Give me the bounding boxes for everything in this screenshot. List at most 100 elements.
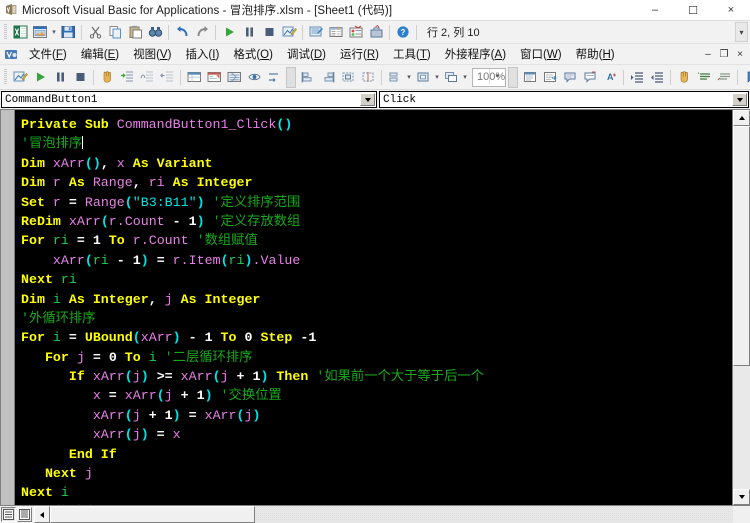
help-button[interactable]: ?	[393, 23, 413, 42]
procedure-combo[interactable]: Click	[379, 91, 749, 108]
scroll-up-button[interactable]	[733, 110, 750, 126]
break-button[interactable]	[239, 23, 259, 42]
menu-item-tools[interactable]: 工具(T)	[386, 44, 438, 64]
chevron-down-icon[interactable]: ▾	[405, 68, 413, 86]
menu-item-help[interactable]: 帮助(H)	[569, 44, 622, 64]
toolbar-grip[interactable]	[4, 24, 7, 40]
menu-item-run[interactable]: 运行(R)	[333, 44, 386, 64]
procedure-view-button[interactable]	[1, 507, 16, 522]
menu-item-view[interactable]: 视图(V)	[126, 44, 178, 64]
watch-window-button[interactable]	[224, 68, 244, 87]
copy-button[interactable]	[105, 23, 125, 42]
document-close-button[interactable]: ×	[732, 46, 748, 62]
step-out-button[interactable]	[157, 68, 177, 87]
project-explorer-button[interactable]	[306, 23, 326, 42]
toolbar-grip[interactable]	[508, 66, 519, 88]
quick-watch-button[interactable]	[244, 68, 264, 87]
vertical-scroll-track[interactable]	[733, 126, 750, 489]
list-properties-button[interactable]	[520, 68, 540, 87]
spacing-button[interactable]	[385, 68, 405, 87]
cut-button[interactable]	[85, 23, 105, 42]
menu-item-addins[interactable]: 外接程序(A)	[438, 44, 513, 64]
run-sub-button[interactable]	[30, 68, 50, 87]
insert-userform-button[interactable]	[30, 23, 50, 42]
chevron-down-icon[interactable]: ▾	[50, 23, 58, 41]
code-token: 1	[164, 407, 173, 423]
chevron-down-icon[interactable]: ▾	[433, 68, 441, 86]
outdent-button[interactable]	[647, 68, 667, 87]
menu-item-debug[interactable]: 调试(D)	[280, 44, 333, 64]
redo-button[interactable]	[192, 23, 212, 42]
object-browser-button[interactable]	[346, 23, 366, 42]
properties-button[interactable]	[326, 23, 346, 42]
chevron-down-icon[interactable]	[732, 93, 747, 106]
maximize-button[interactable]: ☐	[674, 0, 712, 20]
vertical-scroll-thumb[interactable]	[733, 126, 750, 366]
parameter-info-button[interactable]	[580, 68, 600, 87]
toggle-breakpoint2-button[interactable]	[674, 68, 694, 87]
reset-button[interactable]	[70, 68, 90, 87]
menu-item-file[interactable]: 文件(F)	[22, 44, 74, 64]
toolbar-overflow-button[interactable]: ▾	[735, 22, 748, 42]
align-right-button[interactable]	[318, 68, 338, 87]
document-restore-button[interactable]: ❐	[716, 46, 732, 62]
code-token: '定义排序范围	[204, 194, 301, 210]
toolbar-separator	[416, 24, 417, 40]
locals-window-button[interactable]	[184, 68, 204, 87]
call-stack-button[interactable]	[264, 68, 284, 87]
menu-item-format[interactable]: 格式(O)	[226, 44, 280, 64]
design-mode-button[interactable]	[279, 23, 299, 42]
step-over-button[interactable]	[137, 68, 157, 87]
uncomment-block-button[interactable]	[714, 68, 734, 87]
toggle-breakpoint-button[interactable]	[97, 68, 117, 87]
comment-block-button[interactable]	[694, 68, 714, 87]
close-button[interactable]: ×	[712, 0, 750, 20]
complete-word-button[interactable]: A	[600, 68, 620, 87]
code-token: )	[140, 252, 149, 268]
order-button[interactable]	[441, 68, 461, 87]
minimize-button[interactable]: –	[636, 0, 674, 20]
scroll-down-button[interactable]	[733, 489, 750, 505]
code-line: '单元格赋值	[21, 503, 732, 506]
vertical-scrollbar[interactable]	[732, 110, 750, 505]
chevron-down-icon[interactable]: ▾	[489, 68, 505, 84]
menu-item-window[interactable]: 窗口(W)	[513, 44, 569, 64]
align-left-button[interactable]	[298, 68, 318, 87]
toolbar-grip[interactable]	[286, 66, 296, 88]
design-mode-button[interactable]	[10, 68, 30, 87]
toolbox-button[interactable]	[366, 23, 386, 42]
group-button[interactable]	[413, 68, 433, 87]
view-excel-button[interactable]	[10, 23, 30, 42]
object-combo[interactable]: CommandButton1	[1, 91, 377, 108]
immediate-window-button[interactable]	[204, 68, 224, 87]
save-button[interactable]	[58, 23, 78, 42]
quick-info-button[interactable]	[560, 68, 580, 87]
scroll-left-button[interactable]	[34, 506, 50, 523]
step-into-button[interactable]	[117, 68, 137, 87]
chevron-down-icon[interactable]	[360, 93, 375, 106]
find-button[interactable]	[145, 23, 165, 42]
zoom-combo[interactable]: 100% ▾	[472, 67, 507, 87]
paste-button[interactable]	[125, 23, 145, 42]
chevron-down-icon[interactable]: ▾	[461, 68, 469, 86]
menu-item-edit[interactable]: 编辑(E)	[74, 44, 126, 64]
undo-button[interactable]	[172, 23, 192, 42]
full-module-view-button[interactable]	[17, 507, 32, 522]
run-button[interactable]	[219, 23, 239, 42]
list-constants-button[interactable]	[540, 68, 560, 87]
horizontal-scrollbar[interactable]	[34, 506, 733, 523]
indent-button[interactable]	[627, 68, 647, 87]
code-token: As Integer	[164, 175, 253, 191]
horizontal-scroll-thumb[interactable]	[50, 506, 255, 523]
horizontal-scroll-track[interactable]	[50, 506, 733, 523]
code-text[interactable]: Private Sub CommandButton1_Click() '冒泡排序 D…	[15, 110, 732, 505]
toolbar-grip[interactable]	[4, 69, 7, 85]
document-minimize-button[interactable]: –	[700, 46, 716, 62]
menu-item-insert[interactable]: 插入(I)	[178, 44, 226, 64]
center-button[interactable]	[358, 68, 378, 87]
make-same-size-button[interactable]	[338, 68, 358, 87]
break-button[interactable]	[50, 68, 70, 87]
toggle-bookmark-button[interactable]	[741, 68, 750, 87]
margin-indicator-bar[interactable]	[1, 110, 15, 505]
reset-button[interactable]	[259, 23, 279, 42]
